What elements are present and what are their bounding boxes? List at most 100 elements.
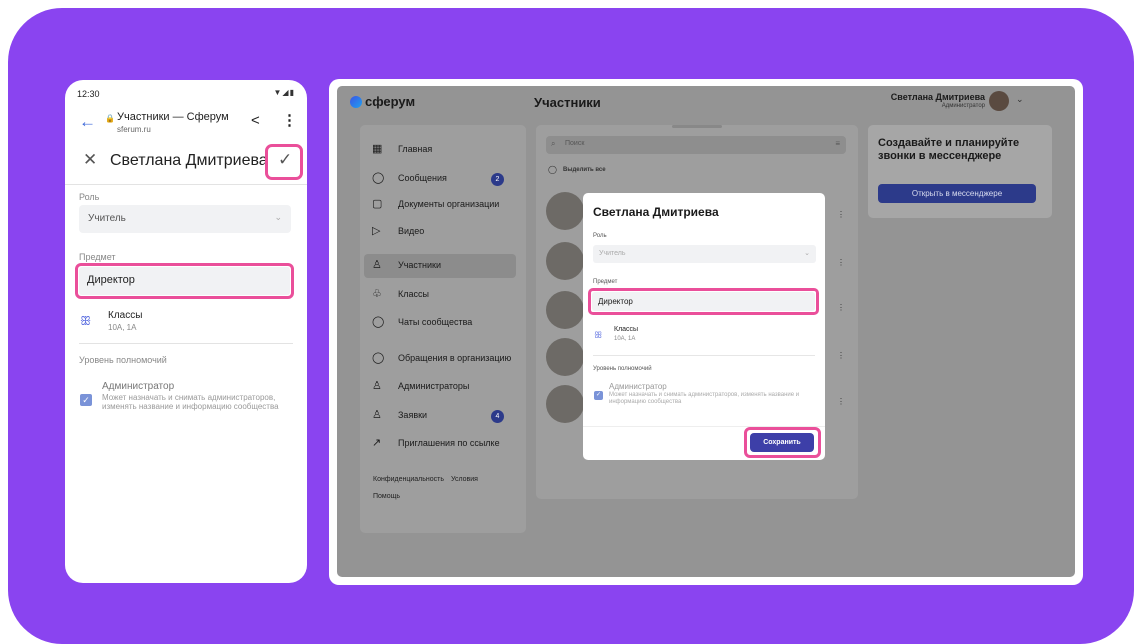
chevron-down-icon[interactable]: ⌄ (1016, 94, 1024, 105)
classes-icon: ꕥ (80, 314, 92, 328)
admin-checkbox[interactable]: ✓ (594, 391, 603, 400)
search-icon: ⌕ (551, 139, 556, 148)
status-time: 12:30 (77, 89, 100, 99)
sidebar-item-applications[interactable]: ♙ Заявки 4 (360, 404, 526, 428)
sidebar-item-community-chats[interactable]: ◯ Чаты сообщества (360, 311, 526, 335)
sidebar-item-members[interactable]: ♙ Участники (364, 254, 516, 278)
more-icon[interactable]: ⋮ (837, 210, 845, 219)
user-name-title: Светлана Дмитриева (110, 152, 268, 169)
add-person-icon: ♙ (372, 409, 382, 421)
classes-label[interactable]: Классы (614, 326, 638, 333)
play-icon: ▷ (372, 225, 381, 237)
check-circle-icon: ◯ (548, 165, 557, 174)
divider (593, 355, 815, 356)
terms-link[interactable]: Условия (451, 476, 478, 483)
select-all-link[interactable]: Выделить все (563, 167, 606, 173)
sidebar-item-label: Документы организации (398, 199, 500, 209)
role-select[interactable]: Учитель ⌄ (79, 205, 291, 233)
sidebar-item-home[interactable]: ▦ Главная (360, 138, 526, 162)
sidebar-item-classes[interactable]: ♧ Классы (360, 283, 526, 307)
subject-label: Предмет (79, 252, 116, 262)
classes-value: 10А, 1А (108, 323, 137, 332)
share-icon[interactable]: < (251, 112, 260, 129)
sidebar-item-invites[interactable]: ↗ Приглашения по ссылке (360, 432, 526, 456)
sidebar-item-messages[interactable]: ◯ Сообщения 2 (360, 167, 526, 191)
role-select[interactable]: Учитель ⌄ (593, 245, 816, 263)
document-icon: ▢ (372, 198, 383, 210)
admin-label: Администратор (102, 381, 175, 392)
avatar[interactable] (546, 242, 584, 280)
avatar[interactable] (546, 385, 584, 423)
sidebar-item-label: Классы (398, 289, 429, 299)
sidebar-item-label: Чаты сообщества (398, 317, 473, 327)
admin-description: Может назначать и снимать администраторо… (609, 392, 800, 405)
message-icon: ◯ (372, 352, 385, 364)
lock-icon: 🔒 (105, 114, 115, 123)
messenger-card: Создавайте и планируйте звонки в мессенд… (868, 125, 1052, 218)
url-text: sferum.ru (117, 125, 151, 134)
search-input[interactable]: ⌕ Поиск ≡ (546, 136, 846, 154)
card-title: Создавайте и планируйте звонки в мессенд… (878, 137, 1020, 162)
logo-icon (350, 96, 362, 108)
subject-value: Директор (598, 297, 633, 306)
divider (65, 184, 307, 185)
role-label: Роль (79, 192, 100, 202)
sidebar-item-label: Главная (398, 144, 433, 154)
subject-input[interactable]: Директор (79, 267, 290, 295)
open-messenger-button[interactable]: Открыть в мессенджере (878, 184, 1036, 203)
avatar[interactable] (546, 291, 584, 329)
admin-checkbox[interactable]: ✓ (80, 394, 92, 406)
more-icon[interactable]: ⋮ (837, 258, 845, 267)
more-icon[interactable]: ⋮ (837, 397, 845, 406)
admin-label: Администратор (609, 382, 667, 391)
back-arrow-icon[interactable]: ← (79, 113, 96, 130)
sidebar-item-label: Сообщения (398, 173, 447, 183)
classes-icon: ♧ (372, 288, 382, 300)
role-label: Роль (593, 233, 607, 239)
confirm-check-icon[interactable]: ✓ (278, 150, 292, 170)
logo-text[interactable]: сферум (365, 94, 415, 109)
privacy-link[interactable]: Конфиденциальность (373, 476, 444, 483)
sidebar-item-video[interactable]: ▷ Видео (360, 220, 526, 244)
more-icon[interactable]: ⋮ (837, 303, 845, 312)
sidebar-item-label: Видео (398, 226, 425, 236)
drag-handle (672, 125, 722, 128)
top-bar: сферум Участники Светлана Дмитриева Адми… (337, 86, 1075, 116)
sidebar-item-label: Заявки (398, 410, 428, 420)
browser-bar: ← 🔒 Участники — Сферум sferum.ru < ⋮ (65, 106, 307, 142)
sidebar: ▦ Главная ◯ Сообщения 2 ▢ Документы организа… (360, 125, 526, 533)
sidebar-item-requests-org[interactable]: ◯ Обращения в организацию (360, 347, 526, 371)
user-role: Администратор (941, 103, 985, 109)
filter-icon[interactable]: ≡ (835, 139, 840, 148)
chevron-down-icon: ⌄ (274, 212, 282, 222)
more-icon[interactable]: ⋮ (837, 351, 845, 360)
count-badge: 2 (491, 173, 504, 186)
classes-icon: ꕥ (594, 330, 603, 340)
subject-input[interactable]: Директор (592, 292, 815, 311)
classes-value: 10А, 1А (614, 336, 636, 342)
avatar[interactable] (989, 91, 1009, 111)
subject-label: Предмет (593, 279, 618, 285)
subject-value: Директор (87, 274, 135, 286)
help-link[interactable]: Помощь (373, 493, 400, 500)
classes-label[interactable]: Классы (108, 310, 142, 321)
sidebar-item-label: Обращения в организацию (398, 353, 512, 363)
more-icon[interactable]: ⋮ (282, 111, 297, 129)
avatar[interactable] (546, 338, 584, 376)
close-icon[interactable]: ✕ (83, 150, 97, 170)
save-button[interactable]: Сохранить (750, 433, 814, 452)
role-value: Учитель (599, 250, 626, 257)
search-placeholder: Поиск (565, 140, 585, 147)
sidebar-item-admins[interactable]: ♙ Администраторы (360, 375, 526, 399)
desktop-screen: сферум Участники Светлана Дмитриева Адми… (337, 86, 1075, 577)
desktop-window: сферум Участники Светлана Дмитриева Адми… (329, 79, 1083, 585)
permission-label: Уровень полномочий (593, 366, 652, 372)
status-icons: ▼◢▮ (273, 88, 295, 97)
avatar[interactable] (546, 192, 584, 230)
sidebar-item-label: Приглашения по ссылке (398, 438, 500, 448)
chat-icon: ◯ (372, 316, 385, 328)
sidebar-item-documents[interactable]: ▢ Документы организации (360, 193, 526, 217)
home-icon: ▦ (372, 143, 383, 155)
user-name[interactable]: Светлана Дмитриева (865, 92, 985, 102)
count-badge: 4 (491, 410, 504, 423)
